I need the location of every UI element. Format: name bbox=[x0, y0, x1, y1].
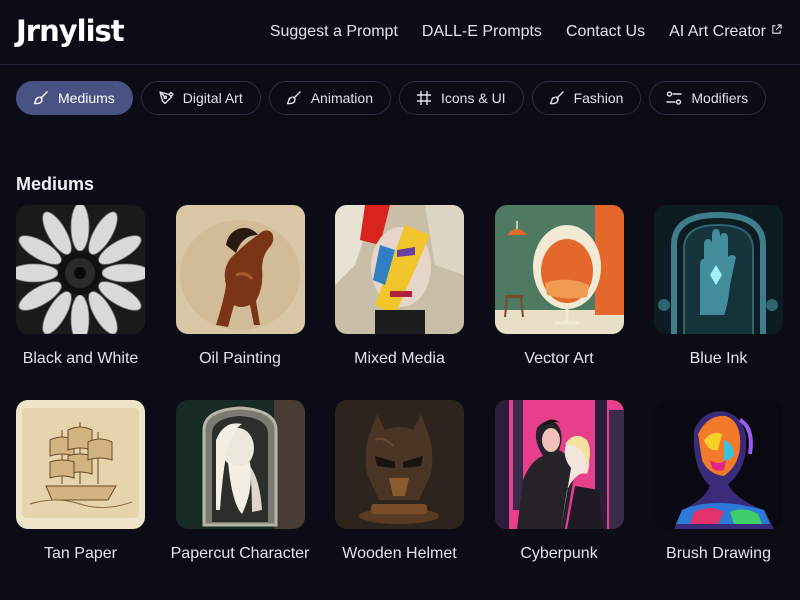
medium-card-brush-drawing[interactable]: Brush Drawing bbox=[654, 400, 783, 585]
brush-icon bbox=[33, 91, 48, 105]
card-label: Oil Painting bbox=[199, 350, 281, 367]
top-nav: Suggest a Prompt DALL-E Prompts Contact … bbox=[270, 23, 782, 41]
ink-hand-image bbox=[654, 205, 783, 334]
face-collage-image bbox=[335, 205, 464, 334]
chip-modifiers[interactable]: Modifiers bbox=[649, 81, 767, 115]
sunflower-image bbox=[16, 205, 145, 334]
category-chips: Mediums Digital Art Animation Icons & UI… bbox=[16, 81, 767, 115]
helmet-image bbox=[335, 400, 464, 529]
ship-sketch-image bbox=[16, 400, 145, 529]
medium-card-papercut-character[interactable]: Papercut Character bbox=[171, 400, 309, 585]
card-label: Blue Ink bbox=[689, 350, 748, 367]
brush-icon bbox=[286, 91, 301, 105]
card-label: Cyberpunk bbox=[520, 545, 598, 562]
medium-card-blue-ink[interactable]: Blue Ink bbox=[654, 205, 783, 390]
medium-card-wooden-helmet[interactable]: Wooden Helmet bbox=[335, 400, 464, 585]
chip-mediums[interactable]: Mediums bbox=[16, 81, 133, 115]
site-header: Jrnylist Suggest a Prompt DALL-E Prompts… bbox=[0, 0, 800, 65]
nav-label: DALL-E Prompts bbox=[421, 23, 542, 40]
nav-suggest-prompt[interactable]: Suggest a Prompt bbox=[270, 23, 398, 41]
card-label: Mixed Media bbox=[354, 350, 445, 367]
external-link-icon bbox=[772, 24, 782, 34]
neon-portrait-image bbox=[654, 400, 783, 529]
brush-icon bbox=[549, 91, 564, 105]
nav-label: Suggest a Prompt bbox=[269, 23, 398, 40]
medium-card-tan-paper[interactable]: Tan Paper bbox=[16, 400, 145, 585]
nav-contact-us[interactable]: Contact Us bbox=[566, 23, 645, 41]
nav-label: AI Art Creator bbox=[669, 23, 766, 40]
card-label: Tan Paper bbox=[44, 545, 117, 562]
chip-label: Digital Art bbox=[182, 90, 243, 106]
chip-digital-art[interactable]: Digital Art bbox=[140, 81, 261, 115]
nav-label: Contact Us bbox=[565, 23, 646, 40]
sliders-icon bbox=[666, 91, 683, 105]
card-label: Wooden Helmet bbox=[342, 545, 457, 562]
chip-label: Animation bbox=[310, 90, 373, 106]
card-label: Vector Art bbox=[524, 350, 594, 367]
card-label: Papercut Character bbox=[170, 545, 310, 562]
chip-fashion[interactable]: Fashion bbox=[531, 81, 642, 115]
chip-label: Mediums bbox=[58, 90, 115, 106]
chip-label: Fashion bbox=[573, 90, 624, 106]
medium-card-black-and-white[interactable]: Black and White bbox=[16, 205, 145, 390]
medium-card-mixed-media[interactable]: Mixed Media bbox=[335, 205, 464, 390]
frame-icon bbox=[416, 91, 431, 105]
nav-ai-art-creator[interactable]: AI Art Creator bbox=[669, 23, 782, 41]
chip-animation[interactable]: Animation bbox=[268, 81, 391, 115]
medium-grid: Black and White Oil Painting Mixed Media… bbox=[16, 205, 783, 585]
site-logo[interactable]: Jrnylist bbox=[16, 14, 125, 48]
card-label: Brush Drawing bbox=[666, 545, 771, 562]
medium-card-vector-art[interactable]: Vector Art bbox=[494, 205, 624, 390]
medium-card-cyberpunk[interactable]: Cyberpunk bbox=[494, 400, 624, 585]
pen-nib-icon bbox=[159, 91, 174, 105]
card-label: Black and White bbox=[22, 350, 139, 367]
nav-dalle-prompts[interactable]: DALL-E Prompts bbox=[422, 23, 542, 41]
chip-label: Icons & UI bbox=[440, 90, 506, 106]
cyberpunk-couple-image bbox=[494, 400, 624, 529]
section-title: Mediums bbox=[16, 174, 95, 194]
horse-image bbox=[175, 205, 305, 334]
chip-icons-ui[interactable]: Icons & UI bbox=[398, 81, 524, 115]
chip-label: Modifiers bbox=[691, 90, 749, 106]
papercut-wizard-image bbox=[175, 400, 305, 529]
egg-chair-image bbox=[494, 205, 624, 334]
medium-card-oil-painting[interactable]: Oil Painting bbox=[175, 205, 305, 390]
